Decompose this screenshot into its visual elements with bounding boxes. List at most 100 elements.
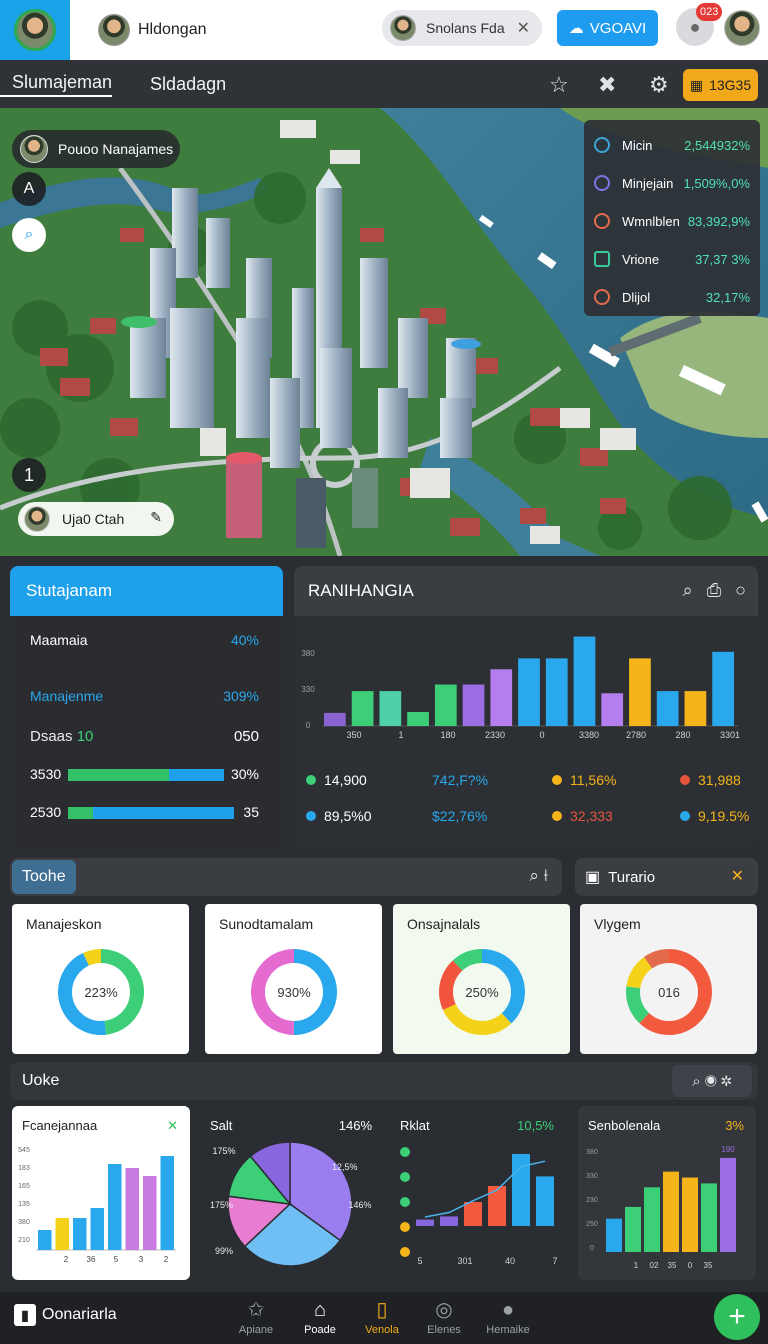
legend-item: 89,5%0 [306, 808, 371, 824]
progress-value: 35 [243, 804, 259, 820]
tab-primary[interactable]: Slumajeman [0, 72, 113, 97]
stat-icon [594, 289, 610, 305]
y-tick-label: 250 [586, 1221, 598, 1228]
bar [701, 1183, 717, 1252]
legend-value: 89,5%0 [324, 808, 372, 824]
filter-chip[interactable]: Snolans Fda ✕ [382, 10, 542, 46]
search-icon[interactable]: ⌕ ◉ ✲ [672, 1065, 752, 1097]
nav-item-poade[interactable]: ⌂ Poade [290, 1296, 350, 1336]
status-pill[interactable]: ▦ 13G35 [683, 69, 758, 101]
progress-label: 2530 [30, 804, 62, 820]
city-map[interactable]: Pouoo Nanajames A ⌕ Micin 2,544932% Minj… [0, 108, 768, 556]
current-user[interactable]: Hldongan [98, 14, 207, 46]
summary-row-value: 40% [230, 632, 259, 648]
donut-card[interactable]: Vlygem 016 [580, 904, 757, 1054]
x-tick-label: 0 [688, 1261, 693, 1270]
pie-label: 12,5% [332, 1162, 358, 1172]
section-label[interactable]: Uoke [22, 1072, 59, 1090]
legend-item: 32,333 [552, 808, 613, 824]
donut-card[interactable]: Sunodtamalam 930% [205, 904, 382, 1054]
nav-label: Venola [365, 1324, 399, 1336]
donut-chart: 016 [626, 949, 712, 1035]
stat-row[interactable]: Vrione 37,37 3% [594, 240, 750, 278]
mini-bar-card-2[interactable]: Senbolenala 3% 380 330 230 250 0 190 1 02 35 0 35 [578, 1106, 756, 1280]
primary-action-label: VGOAVI [589, 19, 647, 37]
tools-icon[interactable]: ✖ [598, 72, 616, 98]
stat-row[interactable]: Wmnlblen 83,392,9% [594, 202, 750, 240]
bar [656, 691, 679, 726]
map-location-chip[interactable]: Pouoo Nanajames [12, 130, 180, 168]
grid-icon: ▦ [689, 76, 704, 93]
list-icon: ▣ [585, 869, 601, 886]
donut-card[interactable]: Onsajnalals 250% [393, 904, 570, 1054]
summary-row-label: Manajenme [30, 688, 104, 704]
legend-dot [306, 775, 316, 785]
tab-secondary[interactable]: Sldadagn [138, 74, 226, 95]
stat-label: Minjejain [622, 175, 674, 191]
bar [518, 658, 540, 726]
nav-item-apiane[interactable]: ✩ Apiane [226, 1296, 286, 1336]
search-icon[interactable]: ⌕ [12, 218, 46, 252]
mini-line-card[interactable]: Rklat 10,5% 5 301 40 7 [390, 1106, 566, 1280]
legend-dot [552, 775, 562, 785]
map-marker[interactable]: 1 [12, 458, 46, 492]
map-user-card[interactable]: Uja0 Ctah ✎ [18, 502, 174, 536]
bar [573, 636, 596, 726]
add-button[interactable]: + [714, 1294, 760, 1340]
app-logo[interactable] [0, 0, 70, 60]
bar [490, 669, 513, 726]
mini-bar-card[interactable]: Fcanejannaa ✕ 545 183 165 135 380 210 2 36 5 3 2 [12, 1106, 190, 1280]
x-tick-label: 5 [417, 1256, 422, 1266]
donut-title: Onsajnalals [407, 916, 481, 932]
close-icon[interactable]: ✕ [517, 18, 530, 38]
x-tick-label: 180 [440, 730, 455, 740]
gear-icon[interactable]: ⚙ [649, 72, 669, 98]
x-tick-label: 2780 [626, 730, 646, 740]
stat-row[interactable]: Minjejain 1,509%,0% [594, 164, 750, 202]
legend-value: $22,76% [432, 808, 488, 824]
summary-row-value: 050 [233, 728, 259, 745]
bar [160, 1156, 174, 1250]
nav-item-elenes[interactable]: ◎ Elenes [414, 1296, 474, 1336]
search-icon[interactable]: ⌕ ⟊ [529, 866, 548, 886]
stat-icon [594, 137, 610, 153]
search-icon[interactable]: ⌕ [683, 580, 693, 601]
progress-label: 3530 [30, 766, 62, 782]
section-toolbar: Uoke ⌕ ◉ ✲ [10, 1062, 758, 1100]
stat-label: Vrione [622, 251, 660, 267]
x-tick-label: 2 [164, 1255, 169, 1264]
primary-action-button[interactable]: ☁ VGOAVI [557, 10, 658, 46]
close-icon[interactable]: ✕ [731, 866, 744, 886]
donut-center-label: 930% [277, 985, 311, 1000]
stat-row[interactable]: Dlijol 32,17% [594, 278, 750, 316]
donut-card[interactable]: Manajeskon 223% [12, 904, 189, 1054]
mini-pie-card[interactable]: Salt 146% 175% 175% 12,5% 146% 99% [200, 1106, 384, 1280]
nav-item-hemaike[interactable]: ● Hemaike [478, 1296, 538, 1336]
y-tick-label: 330 [301, 685, 315, 694]
section-toolbar: Toohe ⌕ ⟊ [10, 858, 562, 896]
y-tick-label: 183 [18, 1165, 30, 1172]
x-tick-label: 35 [704, 1261, 713, 1270]
legend-value: 742,F?% [432, 772, 489, 788]
brand[interactable]: ▮ Oonariarla [14, 1304, 117, 1326]
device-icon: ▯ [376, 1299, 388, 1321]
legend-item: 14,900 [306, 772, 367, 788]
stat-row[interactable]: Micin 2,544932% [594, 126, 750, 164]
edit-icon[interactable]: ✎ [150, 509, 162, 526]
section-tag[interactable]: Toohe [12, 860, 76, 894]
bar [38, 1230, 52, 1250]
nav-item-venola[interactable]: ▯ Venola [352, 1296, 412, 1336]
summary-row-accent: 10 [76, 728, 94, 745]
account-avatar[interactable] [724, 10, 760, 46]
star-icon[interactable]: ☆ [549, 72, 569, 98]
map-mode-button[interactable]: A [12, 172, 46, 206]
mini-line-chart: 5 301 40 7 [400, 1147, 558, 1266]
user-avatar [98, 14, 130, 46]
more-icon[interactable]: ○ [735, 580, 746, 601]
mini-bar-chart-2: 380 330 230 250 0 190 1 02 35 0 35 [586, 1145, 736, 1270]
pin-icon: ● [501, 1299, 515, 1321]
export-icon[interactable]: ⎙ [707, 580, 721, 601]
turario-label[interactable]: Turario [608, 869, 655, 886]
pie-label: 99% [215, 1246, 233, 1256]
notification-badge: 023 [696, 3, 723, 21]
